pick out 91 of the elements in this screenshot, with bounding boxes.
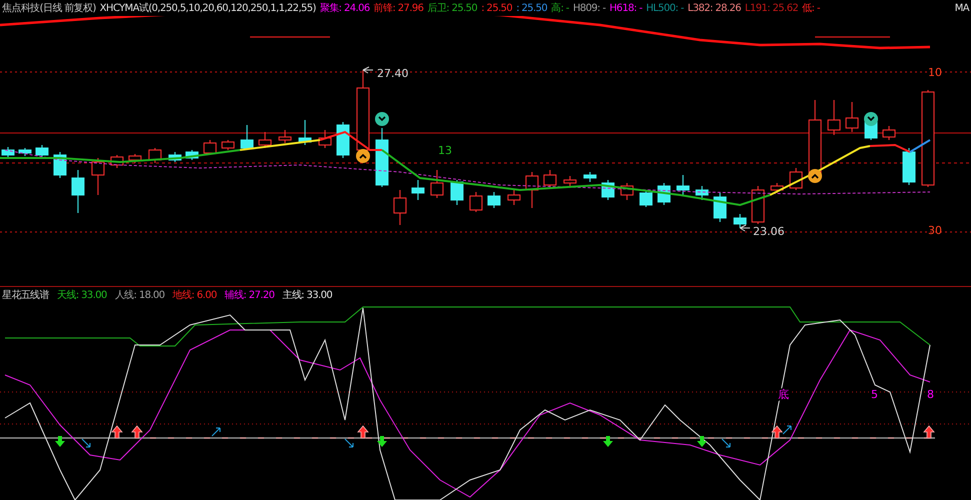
chart-label: 10 xyxy=(928,66,942,79)
down-arrow-icon xyxy=(55,436,65,447)
candlestick xyxy=(902,148,916,186)
down-arrow-icon xyxy=(377,436,387,447)
line-value: 辅线: 27.20 xyxy=(224,288,274,302)
indicator-value: 后卫: 25.50 xyxy=(427,2,478,15)
candlestick xyxy=(430,170,444,198)
small-arrow-icon xyxy=(212,428,220,436)
candlestick xyxy=(186,150,198,160)
up-arrow-icon xyxy=(357,425,369,438)
candlestick xyxy=(752,186,764,224)
candlestick xyxy=(148,148,162,164)
candlestick xyxy=(640,190,652,208)
candlestick xyxy=(278,130,292,144)
pointer-line xyxy=(740,224,750,232)
indicator-value: : 25.50 xyxy=(481,2,512,14)
candlestick xyxy=(564,176,576,186)
up-arrow-icon xyxy=(771,425,783,438)
candlestick xyxy=(676,174,690,196)
indicator-value: 低: - xyxy=(802,2,820,15)
line-value: 主线: 33.00 xyxy=(282,288,332,302)
candlestick xyxy=(376,128,388,188)
line-value: 天线: 33.00 xyxy=(57,288,107,302)
candlestick xyxy=(298,120,312,146)
candlestick xyxy=(72,170,84,214)
indicator-value: : 25.50 xyxy=(516,2,548,14)
indicator-value: 聚集: 24.06 xyxy=(320,2,370,15)
chart-label: 13 xyxy=(438,144,452,157)
indicator-value: 高: - xyxy=(551,2,569,15)
chart-label: 30 xyxy=(928,224,942,237)
candlestick xyxy=(222,140,234,150)
candlestick xyxy=(602,180,614,200)
signal-label: 8 xyxy=(927,388,934,401)
candlestick xyxy=(92,158,104,196)
candlestick xyxy=(2,146,14,158)
line-value: 地线: 6.00 xyxy=(172,288,217,302)
indicator-value: HL500: - xyxy=(646,2,684,14)
candlestick xyxy=(240,124,254,150)
candlestick xyxy=(318,130,332,148)
candlestick xyxy=(696,186,708,200)
up-arrow-icon xyxy=(111,425,123,438)
candlestick xyxy=(584,172,596,182)
indicator-value: L382: 28.26 xyxy=(688,2,741,14)
candlestick xyxy=(18,148,32,156)
caret-down-badge-icon xyxy=(375,112,389,126)
up-arrow-icon xyxy=(923,425,935,438)
candlestick xyxy=(770,182,784,194)
candlestick xyxy=(470,192,482,212)
candlestick xyxy=(620,182,634,200)
candlestick xyxy=(168,152,182,162)
caret-up-badge-icon xyxy=(808,169,822,183)
signal-label: 5 xyxy=(871,388,878,401)
chart-label: 27.40 xyxy=(377,67,408,80)
small-arrow-icon xyxy=(344,438,354,448)
down-arrow-icon xyxy=(603,436,613,447)
candlestick xyxy=(336,122,350,158)
candlestick xyxy=(394,190,406,226)
chart-label: 23.06 xyxy=(753,225,784,238)
small-arrow-icon xyxy=(82,438,90,448)
formula-title: XHCYMA试(0,250,5,10,20,60,120,250,1,1,22,55) xyxy=(100,2,316,15)
candlestick xyxy=(714,192,726,222)
down-arrow-icon xyxy=(697,436,707,447)
candlestick xyxy=(204,140,216,156)
indicator-value: L191: 25.62 xyxy=(744,2,798,14)
candlestick xyxy=(846,102,858,132)
candlestick xyxy=(544,170,556,188)
candlestick xyxy=(110,154,124,168)
indicator-value: 前锋: 27.96 xyxy=(374,2,424,15)
candlestick xyxy=(488,192,500,208)
indicator-value: H618: - xyxy=(610,2,642,14)
small-arrow-icon xyxy=(782,426,792,434)
caret-down-badge-icon xyxy=(864,112,878,126)
candlestick xyxy=(508,190,520,206)
candlestick xyxy=(128,154,142,164)
up-arrow-icon xyxy=(131,425,143,438)
security-title: 焦点科技(日线 前复权) xyxy=(2,2,96,15)
ma-label: MA xyxy=(954,2,969,14)
line-value: 人线: 18.00 xyxy=(114,288,165,302)
indicator-title: 星花五线谱 xyxy=(2,288,50,302)
caret-up-badge-icon xyxy=(356,149,370,163)
candlestick xyxy=(450,180,464,206)
pointer-line xyxy=(362,66,374,74)
small-arrow-icon xyxy=(722,438,730,448)
candlestick xyxy=(258,132,272,148)
candlestick xyxy=(412,180,424,200)
candlestick xyxy=(36,144,48,158)
candlestick xyxy=(882,126,896,140)
candlestick xyxy=(828,100,840,136)
indicator-value: H809: - xyxy=(572,2,606,14)
candlestick xyxy=(734,214,746,228)
candlestick xyxy=(526,172,538,208)
